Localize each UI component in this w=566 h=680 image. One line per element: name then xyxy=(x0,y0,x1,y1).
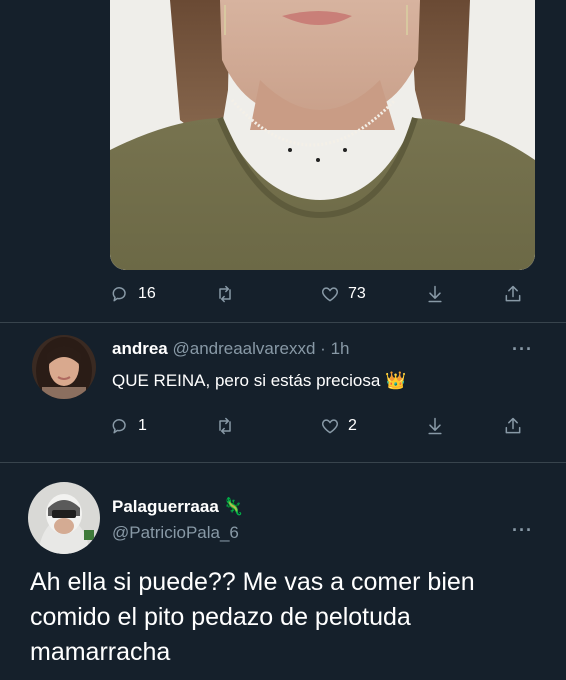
reply-button[interactable]: 1 xyxy=(110,416,147,436)
tweet-action-bar: 16 73 xyxy=(0,282,566,310)
display-name: Palaguerraaa xyxy=(112,497,219,516)
reply-button[interactable]: 16 xyxy=(110,284,156,304)
like-count: 73 xyxy=(348,285,366,302)
retweet-icon xyxy=(219,417,231,435)
avatar[interactable] xyxy=(32,335,96,399)
save-icon xyxy=(428,417,442,435)
share-icon xyxy=(505,285,521,302)
like-icon xyxy=(321,419,339,434)
timestamp[interactable]: 1h xyxy=(331,339,350,358)
tweet-image[interactable] xyxy=(110,0,535,270)
reply-text: QUE REINA, pero si estás preciosa 👑 xyxy=(112,371,406,391)
author-name[interactable]: Palaguerraaa 🦎 xyxy=(112,497,244,517)
share-button[interactable] xyxy=(503,284,523,304)
reply-icon xyxy=(112,419,126,434)
retweet-button[interactable] xyxy=(215,416,235,436)
reply-header: andrea @andreaalvarexxd · 1h xyxy=(112,339,350,359)
save-button[interactable] xyxy=(425,284,445,304)
separator: · xyxy=(320,339,326,358)
crown-icon: 👑 xyxy=(385,371,407,390)
save-icon xyxy=(428,285,442,303)
reply-action-bar: 1 2 xyxy=(0,414,566,442)
share-button[interactable] xyxy=(503,416,523,436)
author-handle[interactable]: @PatricioPala_6 xyxy=(112,523,239,543)
like-icon xyxy=(321,287,339,302)
retweet-icon xyxy=(219,285,231,303)
divider xyxy=(0,322,566,323)
share-icon xyxy=(505,417,521,434)
avatar[interactable] xyxy=(28,482,100,554)
reply-icon xyxy=(112,287,126,302)
like-count: 2 xyxy=(348,417,357,434)
author-handle[interactable]: @andreaalvarexxd xyxy=(172,339,315,358)
like-button[interactable]: 2 xyxy=(320,416,357,436)
more-options-icon[interactable]: ··· xyxy=(512,520,533,541)
author-name[interactable]: andrea xyxy=(112,339,168,358)
reply-body: QUE REINA, pero si estás preciosa xyxy=(112,371,381,390)
reply-count: 1 xyxy=(138,417,147,434)
more-options-icon[interactable]: ··· xyxy=(512,339,533,360)
lizard-icon: 🦎 xyxy=(222,497,244,516)
tweet-text: Ah ella si puede?? Me vas a comer bien c… xyxy=(30,568,475,666)
save-button[interactable] xyxy=(425,416,445,436)
divider xyxy=(0,462,566,463)
like-button[interactable]: 73 xyxy=(320,284,366,304)
reply-count: 16 xyxy=(138,285,156,302)
retweet-button[interactable] xyxy=(215,284,235,304)
